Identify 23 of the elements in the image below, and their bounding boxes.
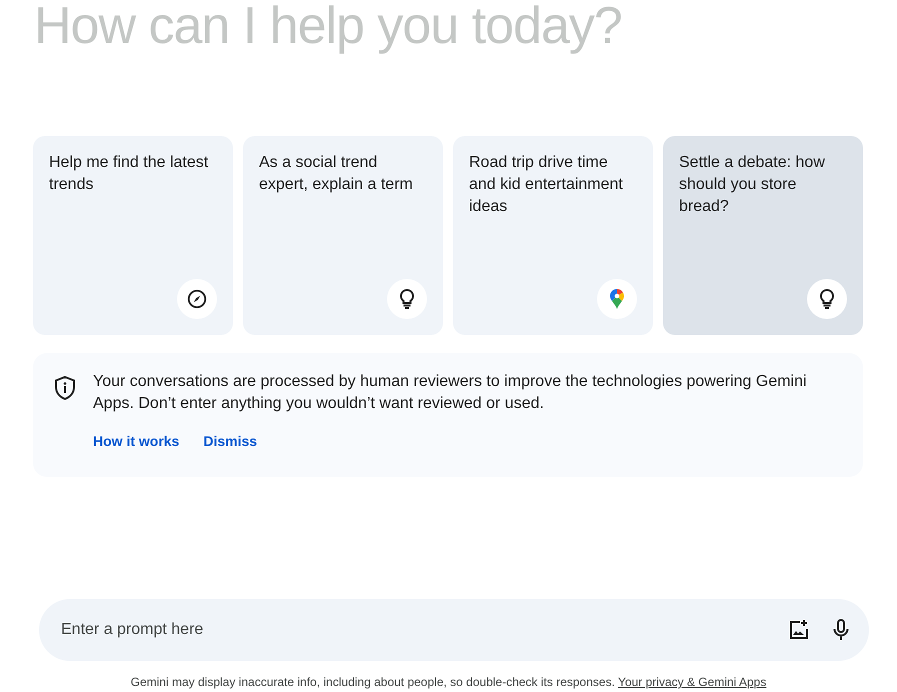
notice-link[interactable]: Dismiss	[203, 433, 258, 449]
card-text: Road trip drive time and kid entertainment ideas	[469, 153, 624, 217]
lightbulb-icon	[817, 288, 837, 310]
prompt-input[interactable]: Enter a prompt here	[59, 620, 765, 640]
card-text: Settle a debate: how should you store bread?	[679, 153, 826, 217]
suggestion-card[interactable]: As a social trend expert, explain a term	[243, 136, 443, 335]
map-pin-icon	[609, 288, 625, 310]
add-image-icon[interactable]	[789, 620, 809, 640]
prompt-field[interactable]: Enter a prompt here	[39, 599, 869, 661]
card-text: As a social trend expert, explain a term	[259, 153, 414, 195]
privacy-link[interactable]: Your privacy & Gemini Apps	[618, 675, 766, 689]
lightbulb-icon	[397, 288, 417, 310]
card-text: Help me find the latest trends	[49, 153, 210, 195]
microphone-icon[interactable]	[833, 619, 849, 641]
suggestion-card[interactable]: Settle a debate: how should you store bread?	[663, 136, 863, 335]
notice-text: Your conversations are processed by human reviewers to improve the technologies powering Gemini Apps. Don’t enter anything you wouldn’t want reviewed or used.	[93, 372, 808, 414]
compass-icon	[186, 288, 208, 310]
disclaimer-text: Gemini may display inaccurate info, including about people, so double-check its responses. Your privacy & Gemini Apps	[130, 675, 768, 689]
suggestion-card[interactable]: Road trip drive time and kid entertainment ideas	[453, 136, 653, 335]
notice-link[interactable]: How it works	[93, 433, 180, 449]
greeting-heading: How can I help you today?	[34, 0, 623, 52]
shield-icon	[53, 375, 77, 401]
suggestion-card[interactable]: Help me find the latest trends	[33, 136, 233, 335]
